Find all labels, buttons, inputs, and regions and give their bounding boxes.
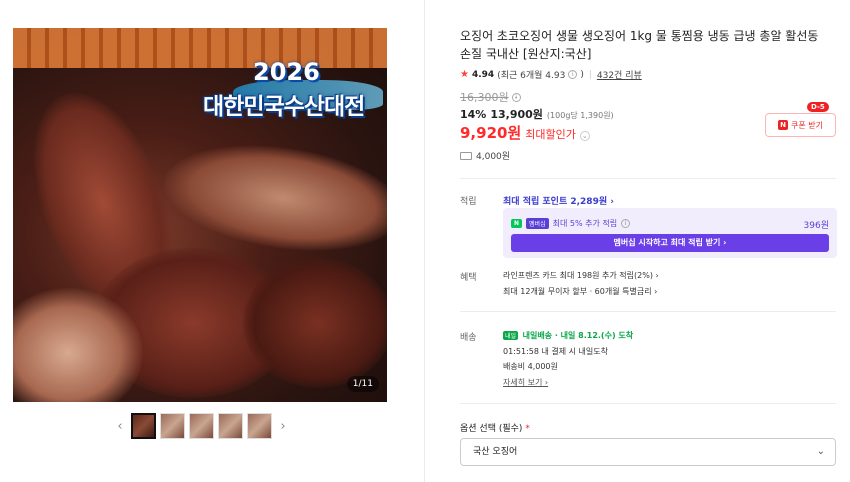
coupon-dday-badge: D-5 [807,102,829,112]
coupon-icon: N [778,120,788,130]
sale-price: 13,900원 [490,108,543,121]
best-price: 9,920원 [460,124,522,142]
membership-button-label: 멤버십 시작하고 최대 적립 받기 [613,238,721,247]
benefit-line-1: 라인프렌즈 카드 최대 198원 추가 적립(2%) [503,271,653,280]
shipping-fee: 4,000원 [476,152,511,162]
delivery-line-1: 내일 내일배송 · 내일 8.12.(수) 도착 [503,330,633,341]
coupon-label: 쿠폰 받기 [791,120,823,130]
delivery-detail-link[interactable]: 자세히 보기 › [503,377,548,388]
separator: | [588,69,592,80]
divider [460,403,836,404]
divider [460,311,836,312]
option-label-text: 옵션 선택 (필수) [460,424,523,434]
thumbnail-strip: ‹ › [113,411,293,441]
points-label: 적립 [460,197,477,207]
thumbnail-3[interactable] [189,413,214,439]
thumbnail-5[interactable] [247,413,272,439]
coupon-button[interactable]: N 쿠폰 받기 [765,113,836,137]
membership-box: N 멤버십 최대 5% 추가 적립 i 396원 멤버십 시작하고 최대 적립 … [503,208,837,258]
price-info-icon[interactable]: i [511,92,521,102]
truck-icon [460,151,472,160]
chevron-down-icon: ⌄ [816,446,825,457]
chevron-down-icon[interactable]: ⌄ [579,131,590,141]
benefits-label: 혜택 [460,273,477,283]
tomorrow-badge: 내일 [503,331,519,340]
rating-row: ★ 4.94 (최근 6개월 4.93 i) | 432건 리뷰 [460,68,642,81]
festival-badge: 2026 대한민국수산대전 [203,40,383,160]
sale-price-row: 14% 13,900원 (100g당 1,390원) [460,106,614,122]
thumbnail-1[interactable] [131,413,156,439]
next-arrow-icon[interactable]: › [276,419,290,434]
info-icon[interactable]: i [568,70,578,79]
membership-amount: 396원 [803,221,829,231]
thumbnail-4[interactable] [218,413,243,439]
paren-close: ) [580,69,584,80]
product-main-image[interactable]: 2026 대한민국수산대전 1/11 [13,28,387,402]
star-icon: ★ [460,69,469,80]
shipping-fee-row: 4,000원 [460,149,510,162]
required-mark: * [525,424,530,434]
benefit-line-2: 최대 12개월 무이자 할부 · 60개월 특별금리 [503,287,652,296]
membership-badge: 멤버십 [526,218,549,229]
delivery-line-3: 배송비 4,000원 [503,362,558,371]
divider [460,178,836,179]
delivery-line-2: 01:51:58 내 결제 시 내일도착 [503,347,608,356]
rating-score: 4.94 [471,69,495,80]
original-price-value: 16,300원 [460,91,509,104]
best-price-label: 최대할인가 [525,128,576,141]
image-counter: 1/11 [346,376,379,392]
product-title: 오징어 초코오징어 생물 생오징어 1kg 물 통찜용 냉동 급냉 총알 활선동… [460,29,819,61]
unit-price: (100g당 1,390원) [546,111,614,120]
delivery-label: 배송 [460,333,477,343]
rating-recent: (최근 6개월 4.93 [497,71,566,81]
prev-arrow-icon[interactable]: ‹ [113,419,127,434]
original-price: 16,300원 i [460,89,521,105]
option-selected-value: 국산 오징어 [473,447,518,457]
membership-text: 최대 5% 추가 적립 [552,219,618,228]
discount-percent: 14% [460,108,487,121]
option-label: 옵션 선택 (필수) * [460,421,530,434]
best-price-row[interactable]: 9,920원 최대할인가 ⌄ [460,122,590,143]
option-select[interactable]: 국산 오징어 ⌄ [460,438,836,466]
points-link[interactable]: 최대 적립 포인트 2,289원 › [503,194,614,207]
thumbnail-2[interactable] [160,413,185,439]
benefit-installment-line[interactable]: 최대 12개월 무이자 할부 · 60개월 특별금리 › [503,286,657,297]
membership-info: N 멤버십 최대 5% 추가 적립 i [511,218,631,229]
squid-shape [243,258,387,388]
benefit-card-line[interactable]: 라인프렌즈 카드 최대 198원 추가 적립(2%) › [503,270,659,281]
points-link-text: 최대 적립 포인트 2,289원 [503,197,608,207]
detail-link-text: 자세히 보기 [503,378,543,387]
npay-badge: N [511,219,523,228]
membership-info-icon[interactable]: i [621,219,631,228]
badge-year: 2026 [253,58,320,86]
reviews-link[interactable]: 432건 리뷰 [597,68,642,81]
membership-start-button[interactable]: 멤버십 시작하고 최대 적립 받기 › [511,234,829,252]
product-gallery: 2026 대한민국수산대전 1/11 ‹ › [0,0,425,482]
badge-title: 대한민국수산대전 [203,94,365,120]
delivery-arrival: 내일배송 · 내일 8.12.(수) 도착 [522,331,634,340]
